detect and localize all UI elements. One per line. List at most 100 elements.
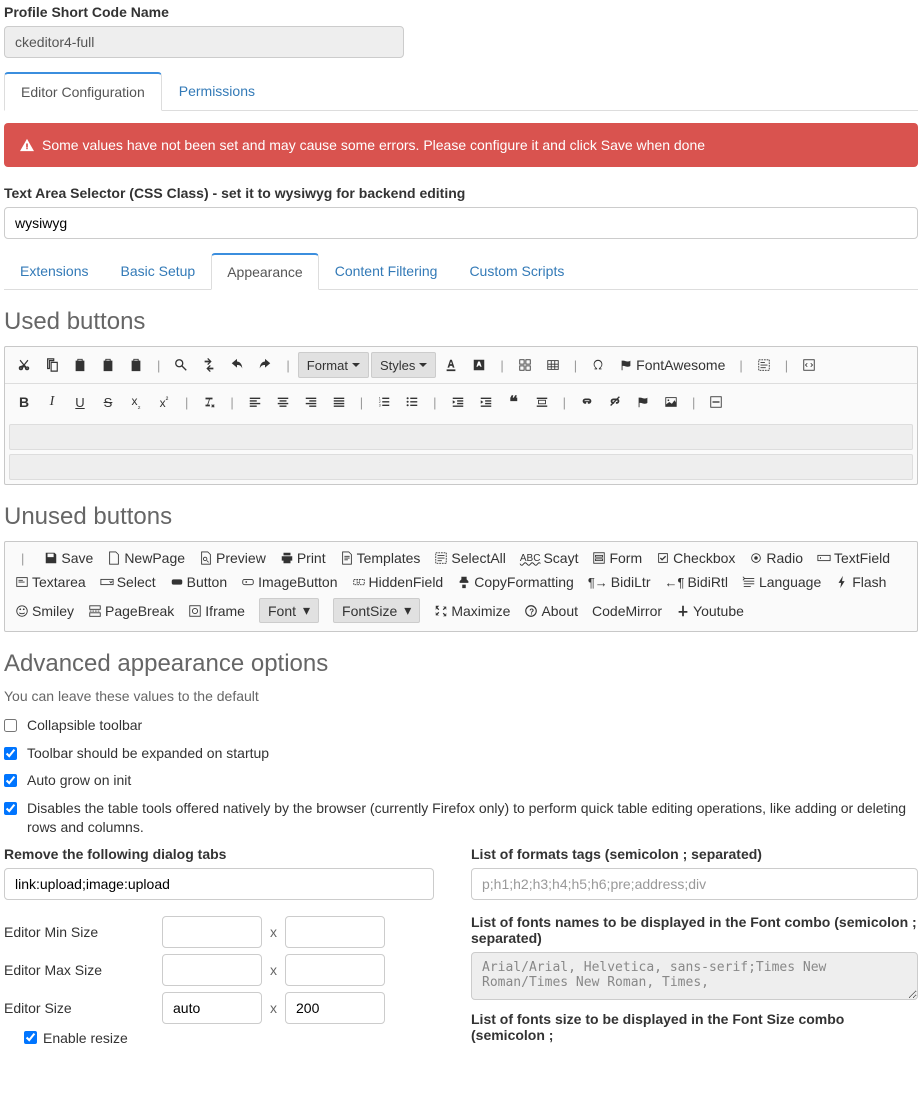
enable-resize-checkbox[interactable] <box>24 1031 37 1044</box>
empty-toolbar-row[interactable] <box>9 424 913 450</box>
size-height-input[interactable] <box>285 992 385 1024</box>
redo-icon[interactable] <box>252 352 278 378</box>
preview-button[interactable]: Preview <box>199 550 266 566</box>
copyformatting-button[interactable]: CopyFormatting <box>457 574 574 590</box>
subtab-custom-scripts[interactable]: Custom Scripts <box>453 253 580 290</box>
templates-button[interactable]: Templates <box>340 550 421 566</box>
subscript-icon[interactable]: x₂ <box>123 389 149 415</box>
font-dropdown[interactable]: Font▾ <box>259 598 319 623</box>
removeformat-icon[interactable] <box>196 389 222 415</box>
undo-icon[interactable] <box>224 352 250 378</box>
disabletable-checkbox[interactable] <box>4 802 17 815</box>
blockquote-icon[interactable]: ❝ <box>501 389 527 415</box>
find-icon[interactable] <box>168 352 194 378</box>
fontawesome-button[interactable]: FontAwesome <box>613 352 731 378</box>
subtab-basic-setup[interactable]: Basic Setup <box>104 253 211 290</box>
autogrow-checkbox[interactable] <box>4 774 17 787</box>
text-color-icon[interactable] <box>438 352 464 378</box>
formats-input[interactable] <box>471 868 918 900</box>
min-width-input[interactable] <box>162 916 262 948</box>
checkbox-button[interactable]: Checkbox <box>656 550 735 566</box>
pagebreak-button[interactable]: PageBreak <box>88 603 174 619</box>
tab-permissions[interactable]: Permissions <box>162 72 272 111</box>
imagebutton-button[interactable]: ImageButton <box>241 574 337 590</box>
superscript-icon[interactable]: x² <box>151 389 177 415</box>
numbered-list-icon[interactable]: 123 <box>371 389 397 415</box>
fontsize-dropdown[interactable]: FontSize▾ <box>333 598 420 623</box>
bidiltr-button[interactable]: ¶→BidiLtr <box>588 574 651 590</box>
showblocks-icon[interactable] <box>751 352 777 378</box>
size-width-input[interactable] <box>162 992 262 1024</box>
language-button[interactable]: Language <box>742 574 821 590</box>
table-icon[interactable] <box>540 352 566 378</box>
maximize-button[interactable]: Maximize <box>434 603 510 619</box>
selectall-button[interactable]: SelectAll <box>434 550 505 566</box>
align-center-icon[interactable] <box>270 389 296 415</box>
print-button[interactable]: Print <box>280 550 326 566</box>
separator[interactable]: | <box>15 551 30 566</box>
align-right-icon[interactable] <box>298 389 324 415</box>
cut-icon[interactable] <box>11 352 37 378</box>
underline-icon[interactable]: U <box>67 389 93 415</box>
button-button[interactable]: Button <box>170 574 227 590</box>
italic-icon[interactable]: I <box>39 389 65 415</box>
save-button[interactable]: Save <box>44 550 93 566</box>
x-sep: x <box>270 1000 277 1016</box>
paste-icon[interactable] <box>67 352 93 378</box>
profile-shortcode-input[interactable] <box>4 26 404 58</box>
tab-editor-configuration[interactable]: Editor Configuration <box>4 72 162 111</box>
indent-icon[interactable] <box>473 389 499 415</box>
iframe-button[interactable]: Iframe <box>188 603 245 619</box>
select-button[interactable]: Select <box>100 574 156 590</box>
anchor-icon[interactable] <box>630 389 656 415</box>
separator: | <box>557 395 572 410</box>
max-size-label: Editor Max Size <box>4 962 154 978</box>
collapsible-checkbox[interactable] <box>4 719 17 732</box>
paste-text-icon[interactable] <box>95 352 121 378</box>
outdent-icon[interactable] <box>445 389 471 415</box>
empty-toolbar-row[interactable] <box>9 454 913 480</box>
image-icon[interactable] <box>658 389 684 415</box>
scayt-button[interactable]: ABCScayt <box>520 550 579 566</box>
youtube-button[interactable]: Youtube <box>676 603 744 619</box>
source-icon[interactable] <box>796 352 822 378</box>
subtab-extensions[interactable]: Extensions <box>4 253 104 290</box>
hiddenfield-button[interactable]: HHiddenField <box>352 574 444 590</box>
omega-icon[interactable] <box>585 352 611 378</box>
div-icon[interactable] <box>529 389 555 415</box>
specialchar-icon[interactable] <box>512 352 538 378</box>
max-height-input[interactable] <box>285 954 385 986</box>
link-icon[interactable] <box>574 389 600 415</box>
bulleted-list-icon[interactable] <box>399 389 425 415</box>
fonts-textarea[interactable]: Arial/Arial, Helvetica, sans-serif;Times… <box>471 952 918 1000</box>
max-width-input[interactable] <box>162 954 262 986</box>
form-button[interactable]: Form <box>592 550 642 566</box>
expanded-checkbox[interactable] <box>4 747 17 760</box>
format-dropdown[interactable]: Format <box>298 352 369 378</box>
subtab-appearance[interactable]: Appearance <box>211 253 319 290</box>
bg-color-icon[interactable] <box>466 352 492 378</box>
min-height-input[interactable] <box>285 916 385 948</box>
align-left-icon[interactable] <box>242 389 268 415</box>
textarea-button[interactable]: Textarea <box>15 574 86 590</box>
smiley-button[interactable]: Smiley <box>15 603 74 619</box>
align-justify-icon[interactable] <box>326 389 352 415</box>
unlink-icon[interactable] <box>602 389 628 415</box>
textfield-button[interactable]: TextField <box>817 550 890 566</box>
radio-button[interactable]: Radio <box>749 550 803 566</box>
flash-button[interactable]: Flash <box>835 574 886 590</box>
newpage-button[interactable]: NewPage <box>107 550 185 566</box>
remove-tabs-input[interactable] <box>4 868 434 900</box>
replace-icon[interactable] <box>196 352 222 378</box>
strike-icon[interactable]: S <box>95 389 121 415</box>
styles-dropdown[interactable]: Styles <box>371 352 436 378</box>
codemirror-button[interactable]: CodeMirror <box>592 603 662 619</box>
css-selector-input[interactable] <box>4 207 918 239</box>
subtab-content-filtering[interactable]: Content Filtering <box>319 253 454 290</box>
paste-word-icon[interactable] <box>123 352 149 378</box>
bold-icon[interactable]: B <box>11 389 37 415</box>
horizontalrule-icon[interactable] <box>703 389 729 415</box>
copy-icon[interactable] <box>39 352 65 378</box>
about-button[interactable]: ?About <box>524 603 578 619</box>
bidirtl-button[interactable]: ←¶BidiRtl <box>664 574 727 590</box>
